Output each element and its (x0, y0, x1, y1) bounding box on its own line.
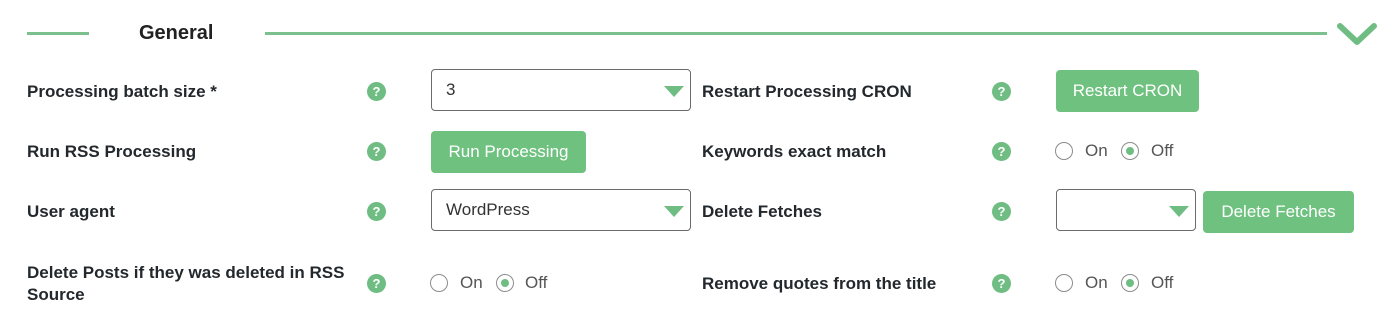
remove-quotes-label: Remove quotes from the title (702, 274, 937, 293)
caret-down-icon (664, 206, 684, 217)
remove-quotes-off-label: Off (1151, 273, 1174, 292)
remove-quotes-on-label: On (1085, 273, 1108, 292)
user-agent-value: WordPress (446, 200, 530, 219)
user-agent-label: User agent (27, 202, 115, 221)
help-icon[interactable]: ? (367, 142, 386, 161)
keywords-exact-off-radio[interactable] (1121, 142, 1139, 160)
header-line-left (27, 32, 89, 35)
help-icon[interactable]: ? (367, 274, 386, 293)
delete-posts-label-line2: Source (27, 285, 85, 304)
run-processing-button[interactable]: Run Processing (431, 131, 586, 173)
remove-quotes-on-radio[interactable] (1055, 274, 1073, 292)
help-icon[interactable]: ? (367, 82, 386, 101)
restart-cron-label: Restart Processing CRON (702, 82, 912, 101)
delete-posts-label-line1: Delete Posts if they was deleted in RSS (27, 263, 345, 282)
delete-posts-on-label: On (460, 273, 483, 292)
help-icon[interactable]: ? (992, 274, 1011, 293)
help-icon[interactable]: ? (992, 142, 1011, 161)
batch-size-label: Processing batch size * (27, 82, 217, 101)
keywords-exact-on-label: On (1085, 141, 1108, 160)
keywords-exact-on-radio[interactable] (1055, 142, 1073, 160)
caret-down-icon (664, 86, 684, 97)
user-agent-select[interactable]: WordPress (431, 189, 691, 231)
help-icon[interactable]: ? (367, 202, 386, 221)
delete-posts-on-radio[interactable] (430, 274, 448, 292)
keywords-exact-label: Keywords exact match (702, 142, 887, 161)
delete-posts-off-radio[interactable] (496, 274, 514, 292)
delete-posts-label: Delete Posts if they was deleted in RSS … (27, 262, 344, 306)
batch-size-select[interactable]: 3 (431, 69, 691, 111)
section-title: General (139, 22, 214, 44)
restart-cron-button[interactable]: Restart CRON (1056, 70, 1199, 112)
run-rss-label: Run RSS Processing (27, 142, 197, 161)
help-icon[interactable]: ? (992, 82, 1011, 101)
chevron-down-icon[interactable] (1336, 18, 1378, 48)
batch-size-value: 3 (446, 80, 456, 99)
delete-fetches-select[interactable] (1056, 189, 1196, 231)
keywords-exact-off-label: Off (1151, 141, 1174, 160)
caret-down-icon (1169, 206, 1189, 217)
header-line-right (265, 32, 1327, 35)
delete-fetches-button[interactable]: Delete Fetches (1203, 191, 1354, 233)
delete-fetches-label: Delete Fetches (702, 202, 822, 221)
delete-posts-off-label: Off (525, 273, 548, 292)
help-icon[interactable]: ? (992, 202, 1011, 221)
remove-quotes-off-radio[interactable] (1121, 274, 1139, 292)
